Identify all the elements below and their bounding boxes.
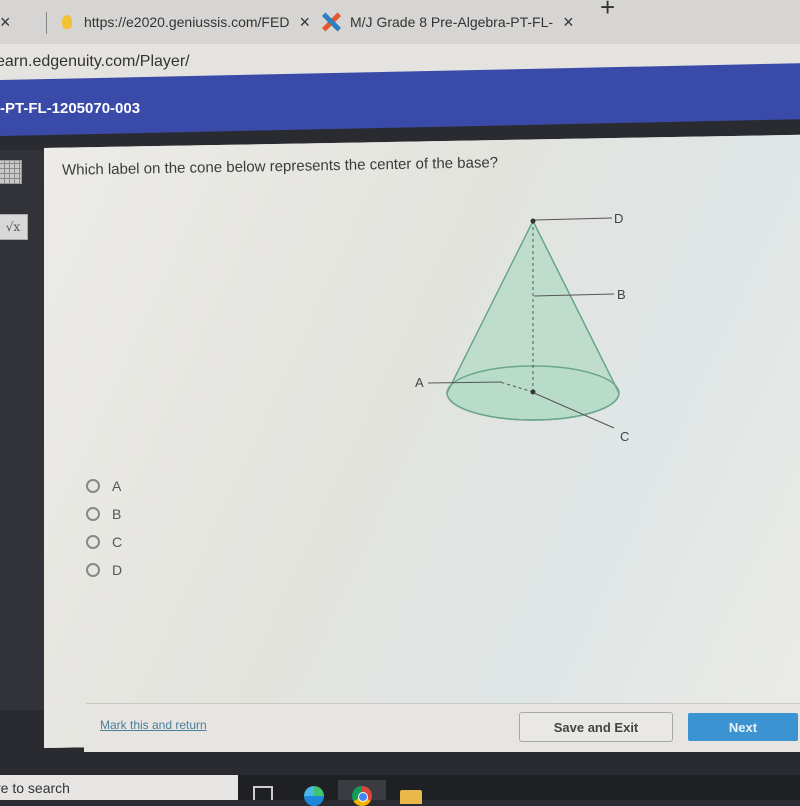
radio-button[interactable] bbox=[86, 479, 100, 493]
chrome-icon[interactable] bbox=[352, 786, 372, 806]
address-url[interactable]: earn.edgenuity.com/Player/ bbox=[0, 53, 190, 71]
option-label: B bbox=[112, 506, 122, 522]
footer-divider bbox=[86, 703, 800, 704]
label-c: C bbox=[620, 429, 629, 444]
option-label: A bbox=[112, 478, 122, 494]
tab-label: M/J Grade 8 Pre-Algebra-PT-FL- bbox=[350, 14, 554, 30]
radio-button[interactable] bbox=[86, 507, 100, 521]
option-label: D bbox=[112, 562, 123, 578]
option-b[interactable]: B bbox=[86, 500, 122, 528]
label-d-leader bbox=[534, 217, 613, 221]
radio-button[interactable] bbox=[86, 563, 100, 577]
browser-tab-geniussis[interactable]: https://e2020.geniussis.com/FED × bbox=[56, 4, 310, 40]
browser-tab-0[interactable]: × bbox=[0, 4, 46, 40]
save-and-exit-button[interactable]: Save and Exit bbox=[519, 712, 673, 742]
edge-icon[interactable] bbox=[304, 786, 324, 806]
new-tab-plus-icon[interactable]: + bbox=[600, 0, 615, 23]
file-explorer-icon[interactable] bbox=[400, 790, 422, 804]
label-a: A bbox=[415, 375, 424, 390]
option-d[interactable]: D bbox=[86, 556, 122, 584]
option-a[interactable]: A bbox=[86, 472, 122, 500]
task-view-icon[interactable] bbox=[253, 786, 273, 800]
option-label: C bbox=[112, 534, 123, 550]
tab-close-icon[interactable]: × bbox=[0, 12, 11, 33]
tab-label: https://e2020.geniussis.com/FED bbox=[84, 14, 290, 30]
radio-button[interactable] bbox=[86, 535, 100, 549]
tab-close-icon[interactable]: × bbox=[563, 12, 574, 33]
calculator-icon[interactable] bbox=[0, 160, 22, 184]
label-b: B bbox=[617, 287, 626, 302]
edgenuity-logo-icon bbox=[320, 13, 342, 31]
next-button[interactable]: Next bbox=[688, 713, 798, 741]
formula-sqrt-icon[interactable]: √x bbox=[0, 214, 28, 240]
mark-and-return-link[interactable]: Mark this and return bbox=[100, 718, 207, 732]
browser-tab-strip: × https://e2020.geniussis.com/FED × M/J … bbox=[0, 0, 800, 44]
option-c[interactable]: C bbox=[86, 528, 122, 556]
taskbar-search-box[interactable]: re to search bbox=[0, 775, 238, 800]
answer-options: A B C D bbox=[86, 472, 122, 584]
search-placeholder: re to search bbox=[0, 779, 70, 796]
label-d: D bbox=[614, 211, 623, 226]
tab-close-icon[interactable]: × bbox=[299, 12, 310, 33]
apex-point bbox=[530, 218, 536, 224]
course-title: -PT-FL-1205070-003 bbox=[0, 100, 141, 117]
cone-figure: D B A C bbox=[415, 211, 629, 444]
browser-tab-edgenuity[interactable]: M/J Grade 8 Pre-Algebra-PT-FL- × bbox=[316, 4, 590, 40]
lightbulb-icon bbox=[62, 15, 72, 29]
tab-separator bbox=[46, 12, 47, 34]
